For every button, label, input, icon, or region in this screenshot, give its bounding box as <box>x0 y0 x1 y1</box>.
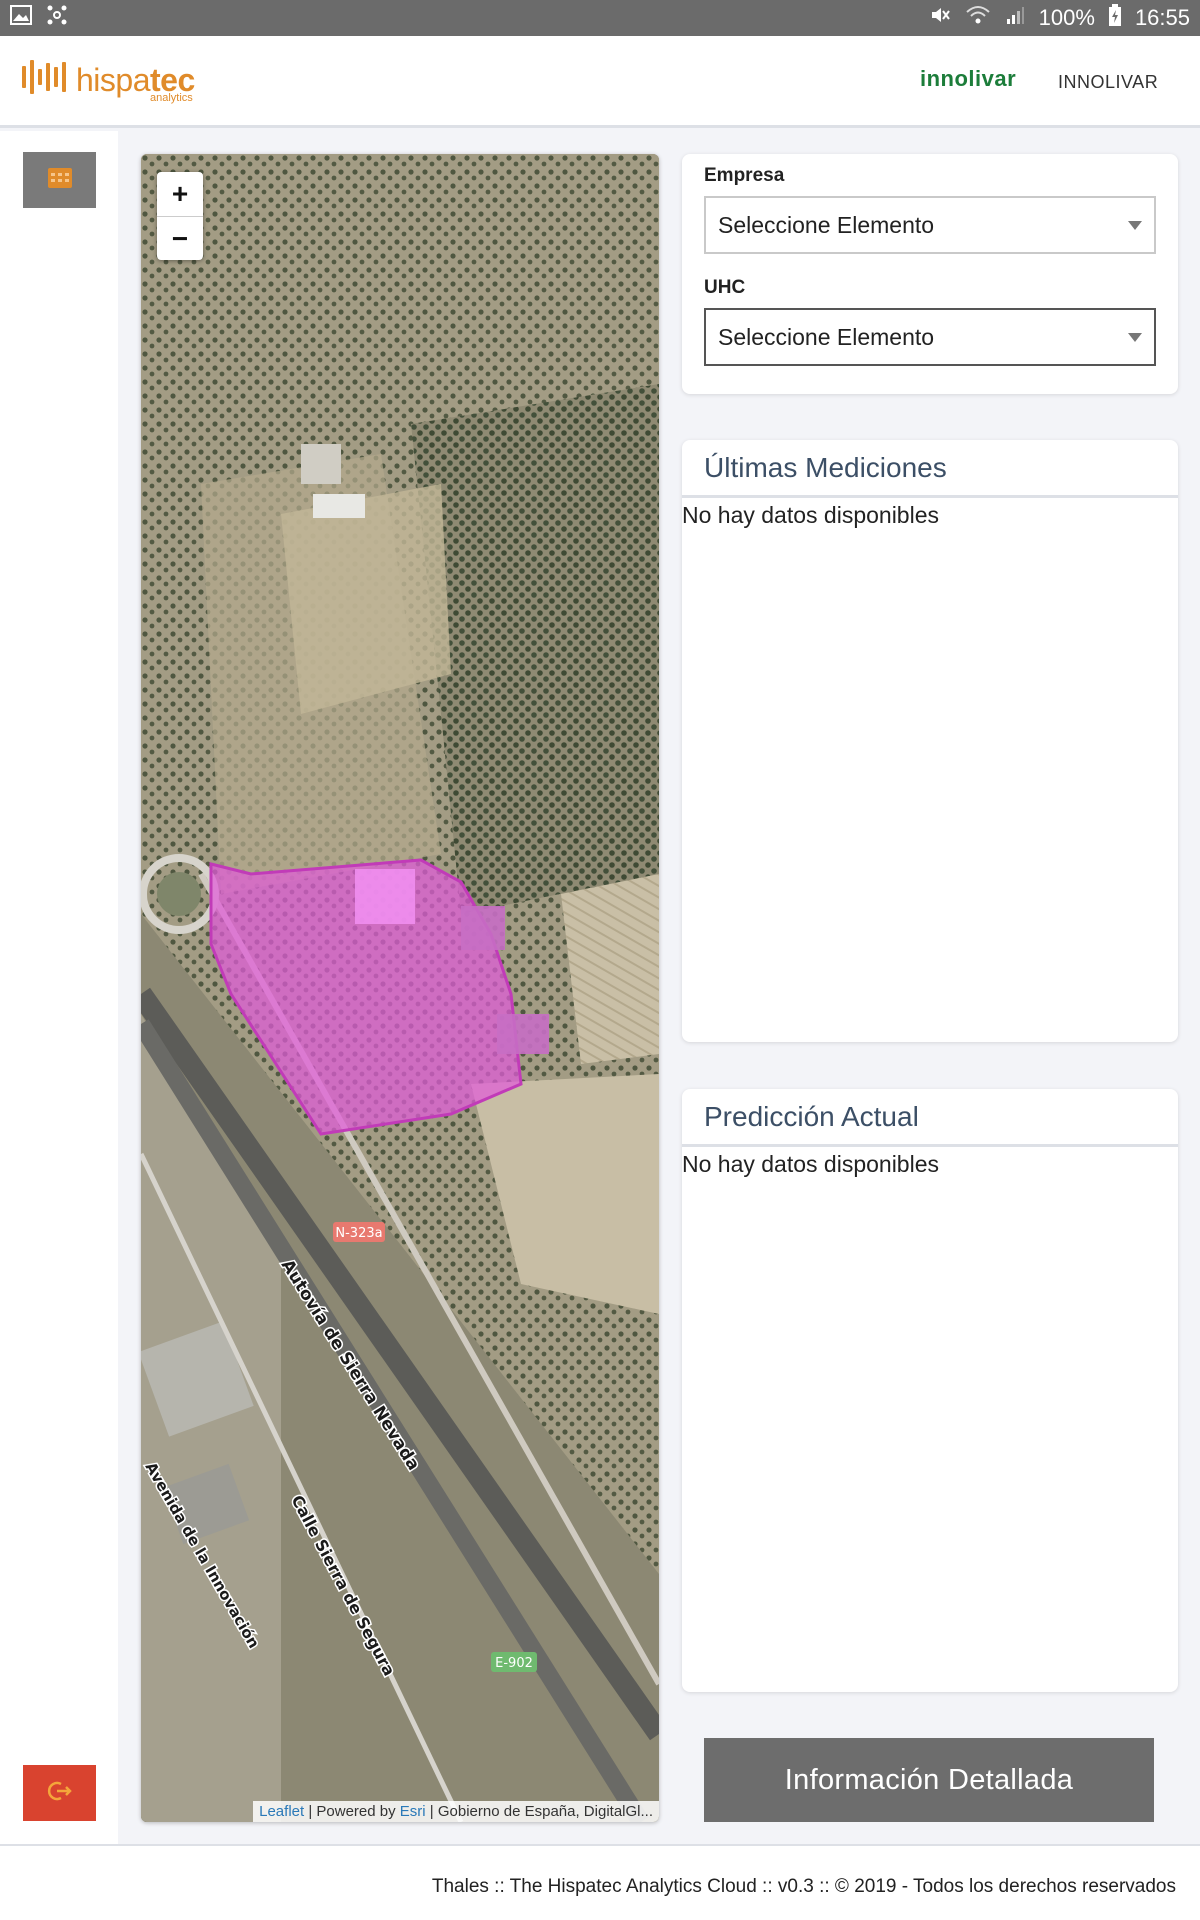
logout-button[interactable] <box>23 1765 96 1821</box>
clock: 16:55 <box>1134 5 1190 30</box>
organization-name[interactable]: INNOLIVAR <box>1058 72 1158 93</box>
road-label-n323a: N-323a <box>335 1226 382 1241</box>
empresa-label: Empresa <box>704 165 785 186</box>
logo-subtitle: analytics <box>150 92 193 104</box>
uhc-selected-value: Seleccione Elemento <box>718 323 935 350</box>
empresa-select[interactable]: Seleccione Elemento <box>704 196 1156 254</box>
detailed-info-button[interactable]: Información Detallada <box>704 1738 1154 1822</box>
logout-icon <box>47 1780 73 1807</box>
signal-icon <box>1005 5 1025 31</box>
footer-copyright: Thales :: The Hispatec Analytics Cloud :… <box>431 1876 1176 1897</box>
sidebar <box>0 131 118 1844</box>
uhc-label: UHC <box>704 277 746 298</box>
filters-panel: Empresa Seleccione Elemento UHC Seleccio… <box>682 154 1178 394</box>
footer: Thales :: The Hispatec Analytics Cloud :… <box>0 1844 1200 1920</box>
mediciones-card: Últimas Mediciones No hay datos disponib… <box>682 440 1178 1042</box>
hispatec-logo[interactable]: hispatec <box>22 58 195 96</box>
map-attribution: Leaflet | Powered by Esri | Gobierno de … <box>253 1801 659 1822</box>
mediciones-title: Últimas Mediciones <box>682 440 1178 498</box>
status-bar: 100% 16:55 <box>0 0 1200 36</box>
empresa-selected-value: Seleccione Elemento <box>718 211 935 238</box>
network-icon <box>46 4 68 32</box>
leaflet-link[interactable]: Leaflet <box>259 1803 304 1820</box>
esri-link[interactable]: Esri <box>400 1803 426 1820</box>
uhc-select[interactable]: Seleccione Elemento <box>704 308 1156 366</box>
chevron-down-icon <box>1128 220 1142 230</box>
battery-icon <box>1108 4 1121 32</box>
partner-logo: innolivar <box>920 66 1017 91</box>
satellite-map[interactable]: N-323a E-902 Autovía de Sierra Nevada Ca… <box>141 154 659 1822</box>
chevron-down-icon <box>1128 332 1142 342</box>
menu-button[interactable] <box>23 152 96 208</box>
zoom-out-button[interactable]: − <box>157 216 203 260</box>
zoom-control: + − <box>157 172 203 260</box>
prediccion-card: Predicción Actual No hay datos disponibl… <box>682 1089 1178 1692</box>
prediccion-title: Predicción Actual <box>682 1089 1178 1147</box>
calendar-grid-icon <box>47 167 72 193</box>
gallery-icon <box>10 5 32 31</box>
zoom-in-button[interactable]: + <box>157 172 203 216</box>
app-header: hispatec analytics innolivar INNOLIVAR <box>0 36 1200 128</box>
mediciones-empty-message: No hay datos disponibles <box>682 502 939 528</box>
logo-bars-icon <box>22 58 66 96</box>
battery-percent: 100% <box>1038 5 1095 30</box>
road-label-e902: E-902 <box>495 1656 533 1671</box>
mute-icon <box>929 4 951 32</box>
prediccion-empty-message: No hay datos disponibles <box>682 1151 939 1177</box>
wifi-icon <box>965 4 991 32</box>
map-tiles: N-323a E-902 Autovía de Sierra Nevada Ca… <box>141 154 659 1822</box>
